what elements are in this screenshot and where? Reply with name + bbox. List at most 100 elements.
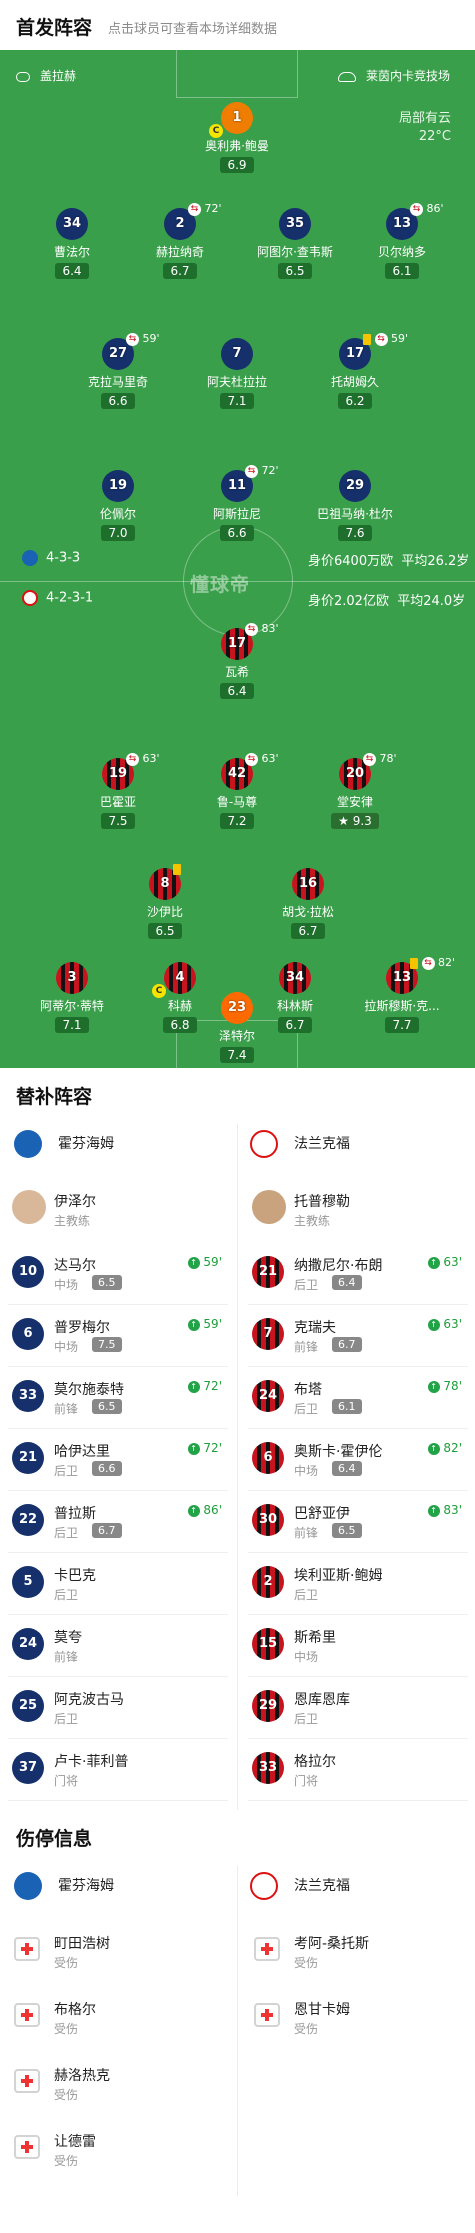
sub-player-name: 卡巴克 xyxy=(54,1568,96,1584)
injured-player-away[interactable]: 恩甘卡姆 受伤 xyxy=(240,1988,470,2048)
player-home-gk[interactable]: 1 C 奥利弗·鲍曼 6.9 xyxy=(187,102,287,173)
sub-player-away[interactable]: 24 布塔 后卫 6.1 ↑ 78' xyxy=(240,1368,470,1429)
player-home-cm3[interactable]: 17 ⇆ 59' 托胡姆久 6.2 xyxy=(305,332,408,409)
player-name: 贝尔纳多 xyxy=(377,245,426,259)
injury-status: 受伤 xyxy=(54,1956,79,1970)
player-away-lw[interactable]: 19 ⇆ 63' 巴霍亚 7.5 xyxy=(68,752,168,829)
sub-player-home[interactable]: 5 卡巴克 后卫 xyxy=(0,1554,230,1615)
sub-player-rating: 6.5 xyxy=(332,1523,362,1538)
sub-player-name: 恩库恩库 xyxy=(294,1692,350,1708)
sub-in-time: ↑ 63' xyxy=(427,1255,462,1269)
row-divider xyxy=(248,1676,468,1677)
injured-player-home[interactable]: 赫洛热克 受伤 xyxy=(0,2054,230,2114)
whistle-icon xyxy=(16,71,30,82)
sub-player-home[interactable]: 25 阿克波古马 后卫 xyxy=(0,1678,230,1739)
sub-in-time-text: 63' xyxy=(443,1255,462,1269)
injury-status: 受伤 xyxy=(54,2088,79,2102)
player-away-lb[interactable]: 3 阿蒂尔·蒂特 7.1 xyxy=(22,962,122,1033)
sub-player-home[interactable]: 33 莫尔施泰特 前锋 6.5 ↑ 72' xyxy=(0,1368,230,1429)
player-away-rw[interactable]: 20 ⇆ 78' 堂安律 ★ 9.3 xyxy=(305,752,405,829)
sub-player-position: 前锋 xyxy=(294,1340,319,1354)
sub-player-away[interactable]: 30 巴舒亚伊 前锋 6.5 ↑ 83' xyxy=(240,1492,470,1553)
player-name: 克拉马里奇 xyxy=(87,375,148,389)
sub-player-position: 后卫 xyxy=(54,1588,79,1602)
sub-in-time: ↑ 82' xyxy=(427,1441,462,1455)
player-away-am[interactable]: 42 ⇆ 63' 鲁-马尊 7.2 xyxy=(187,752,287,829)
player-home-lw[interactable]: 19 伦佩尔 7.0 xyxy=(68,470,168,541)
sub-player-away[interactable]: 2 埃利亚斯·鲍姆 后卫 xyxy=(240,1554,470,1615)
player-rating: 6.5 xyxy=(148,923,182,939)
player-name: 托胡姆久 xyxy=(330,375,379,389)
sub-player-position: 后卫 xyxy=(54,1712,79,1726)
player-home-cm1[interactable]: 27 ⇆ 59' 克拉马里奇 6.6 xyxy=(68,332,168,409)
sub-off-badge: ⇆ 82' xyxy=(410,956,455,970)
sub-player-home[interactable]: 6 普罗梅尔 中场 7.5 ↑ 59' xyxy=(0,1306,230,1367)
player-home-st[interactable]: 11 ⇆ 72' 阿斯拉尼 6.6 xyxy=(187,464,287,541)
sub-player-away[interactable]: 29 恩库恩库 后卫 xyxy=(240,1678,470,1739)
player-home-cb1[interactable]: 2 ⇆ 72' 赫拉纳奇 6.7 xyxy=(130,202,230,279)
sub-player-home[interactable]: 10 达马尔 中场 6.5 ↑ 59' xyxy=(0,1244,230,1305)
sub-in-time-text: 72' xyxy=(203,1379,222,1393)
sub-player-away[interactable]: 6 奥斯卡·霍伊伦 中场 6.4 ↑ 82' xyxy=(240,1430,470,1491)
player-home-rw[interactable]: 29 巴祖马纳·杜尔 7.6 xyxy=(305,470,405,541)
sub-player-position: 前锋 xyxy=(294,1526,319,1540)
player-away-st[interactable]: 17 ⇆ 83' 瓦希 6.4 xyxy=(187,622,287,699)
sub-player-home[interactable]: 21 哈伊达里 后卫 6.6 ↑ 72' xyxy=(0,1430,230,1491)
player-away-gk[interactable]: 23 泽特尔 7.4 xyxy=(187,992,287,1063)
sub-player-away[interactable]: 33 格拉尔 门将 xyxy=(240,1740,470,1801)
sub-player-home[interactable]: 37 卢卡·菲利普 门将 xyxy=(0,1740,230,1801)
injured-player-home[interactable]: 布格尔 受伤 xyxy=(0,1988,230,2048)
sub-player-home[interactable]: 22 普拉斯 后卫 6.7 ↑ 86' xyxy=(0,1492,230,1553)
injured-player-away[interactable]: 考阿-桑托斯 受伤 xyxy=(240,1922,470,1982)
sub-player-position: 前锋 xyxy=(54,1402,79,1416)
sub-in-icon: ↑ xyxy=(427,1318,440,1331)
sub-player-name: 阿克波古马 xyxy=(54,1692,124,1708)
sub-out-icon: ⇆ xyxy=(245,464,258,478)
player-rating: 7.5 xyxy=(101,813,135,829)
sub-player-position: 中场 xyxy=(294,1464,319,1478)
jersey-number: 24 xyxy=(12,1628,44,1660)
injured-player-home[interactable]: 让德雷 受伤 xyxy=(0,2120,230,2180)
sub-player-away[interactable]: 21 纳撒尼尔·布朗 后卫 6.4 ↑ 63' xyxy=(240,1244,470,1305)
home-coach[interactable]: 伊泽尔 主教练 xyxy=(0,1180,230,1240)
away-coach[interactable]: 托普穆勒 主教练 xyxy=(240,1180,470,1240)
sub-player-position: 中场 xyxy=(54,1278,79,1292)
player-rating: 6.2 xyxy=(338,393,372,409)
sub-off-badge: ⇆ 63' xyxy=(126,752,160,766)
injury-status: 受伤 xyxy=(54,2022,79,2036)
jersey-number: 2 xyxy=(252,1566,284,1598)
player-home-cm2[interactable]: 7 阿夫杜拉拉 7.1 xyxy=(187,338,287,409)
player-home-rb[interactable]: 13 ⇆ 86' 贝尔纳多 6.1 xyxy=(352,202,452,279)
sub-player-home[interactable]: 24 莫夸 前锋 xyxy=(0,1616,230,1677)
player-away-rb[interactable]: 13 ⇆ 82' 拉斯穆斯·克... 7.7 xyxy=(352,956,455,1033)
sub-player-away[interactable]: 15 斯希里 中场 xyxy=(240,1616,470,1677)
sub-player-away[interactable]: 7 克瑞夫 前锋 6.7 ↑ 63' xyxy=(240,1306,470,1367)
player-name: 阿图尔·查韦斯 xyxy=(257,245,333,259)
row-divider xyxy=(248,1800,468,1801)
sub-in-icon: ↑ xyxy=(187,1380,200,1393)
sub-player-rating: 6.7 xyxy=(332,1337,362,1352)
sub-off-badge: ⇆ 72' xyxy=(245,464,279,478)
sub-in-time: ↑ 78' xyxy=(427,1379,462,1393)
pitch: 盖拉赫 莱茵内卡竞技场 局部有云 22°C 懂球帝 4-3-3 身价6400万欧… xyxy=(0,50,475,1068)
captain-icon: C xyxy=(209,124,223,138)
player-home-lb[interactable]: 34 曹法尔 6.4 xyxy=(22,208,122,279)
sub-in-icon: ↑ xyxy=(187,1318,200,1331)
player-rating: 6.5 xyxy=(278,263,312,279)
injured-player-home[interactable]: 町田浩树 受伤 xyxy=(0,1922,230,1982)
medical-kit-icon xyxy=(14,2069,40,2093)
injuries-panel: 伤停信息 霍芬海姆 法兰克福 町田浩树 受伤 布格尔 受伤 赫洛热克 受伤 让德雷 受伤 考阿… xyxy=(0,1810,475,2233)
sub-out-icon: ⇆ xyxy=(410,202,423,216)
player-rating: 6.7 xyxy=(291,923,325,939)
stadium-icon xyxy=(338,71,356,82)
sub-player-position: 后卫 xyxy=(294,1712,319,1726)
coach-name: 伊泽尔 xyxy=(54,1194,96,1210)
sub-player-name: 巴舒亚伊 xyxy=(294,1506,350,1522)
player-away-dm2[interactable]: 16 胡戈·拉松 6.7 xyxy=(258,868,358,939)
row-divider xyxy=(248,1738,468,1739)
player-name: 巴祖马纳·杜尔 xyxy=(317,507,393,521)
coach-name: 托普穆勒 xyxy=(294,1194,350,1210)
player-away-dm1[interactable]: 8 沙伊比 6.5 xyxy=(115,863,215,939)
sub-player-position: 后卫 xyxy=(294,1402,319,1416)
player-home-cb2[interactable]: 35 阿图尔·查韦斯 6.5 xyxy=(245,208,345,279)
